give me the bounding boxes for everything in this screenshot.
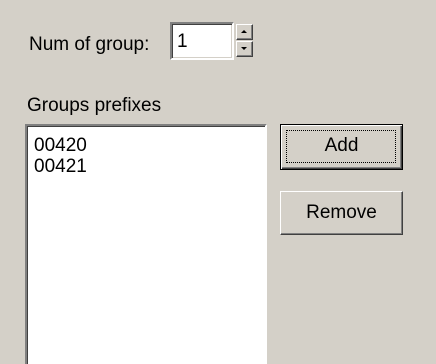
remove-button-label: Remove xyxy=(306,202,377,223)
groups-prefixes-label: Groups prefixes xyxy=(27,95,162,116)
num-of-group-input[interactable]: 1 xyxy=(170,22,234,60)
arrow-down-icon xyxy=(241,47,247,50)
add-button-label: Add xyxy=(324,135,359,156)
add-button[interactable]: Add xyxy=(280,124,403,170)
remove-button[interactable]: Remove xyxy=(280,191,403,235)
spin-up-button[interactable] xyxy=(236,24,253,40)
num-of-group-label: Num of group: xyxy=(29,34,150,55)
list-item[interactable]: 00420 xyxy=(34,135,265,156)
dialog-panel: Num of group: 1 Groups prefixes 00420 00… xyxy=(0,0,436,364)
list-item[interactable]: 00421 xyxy=(34,156,265,177)
arrow-up-icon xyxy=(241,30,247,33)
groups-prefixes-list[interactable]: 00420 00421 xyxy=(25,124,267,364)
spin-down-button[interactable] xyxy=(236,41,253,57)
